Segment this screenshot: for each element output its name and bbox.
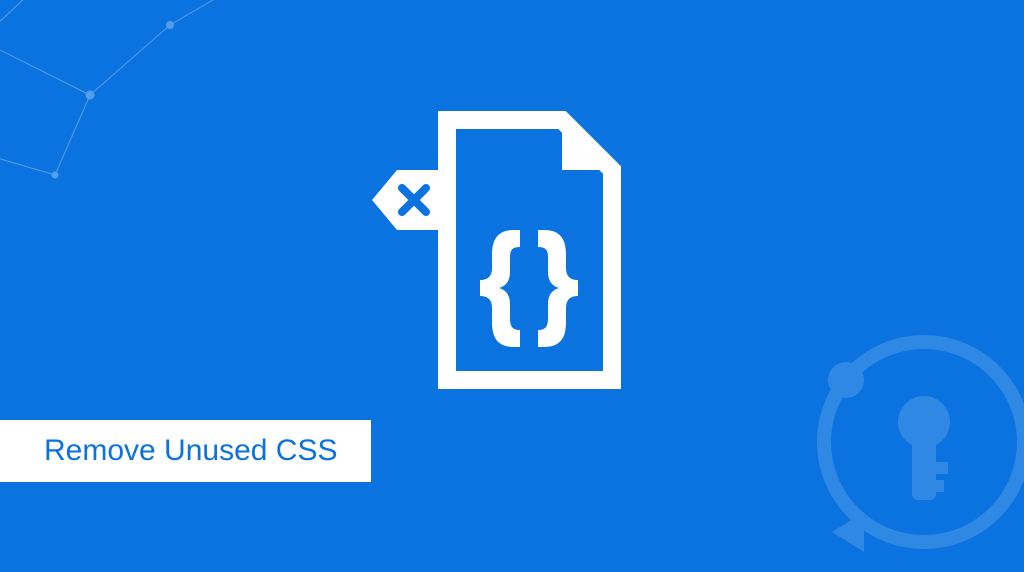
- caption-box: Remove Unused CSS: [0, 420, 371, 482]
- caption-text: Remove Unused CSS: [44, 434, 337, 468]
- css-file-delete-icon: [362, 100, 662, 400]
- keycdn-logo-icon: [794, 312, 1024, 572]
- network-nodes-icon: [0, 0, 280, 200]
